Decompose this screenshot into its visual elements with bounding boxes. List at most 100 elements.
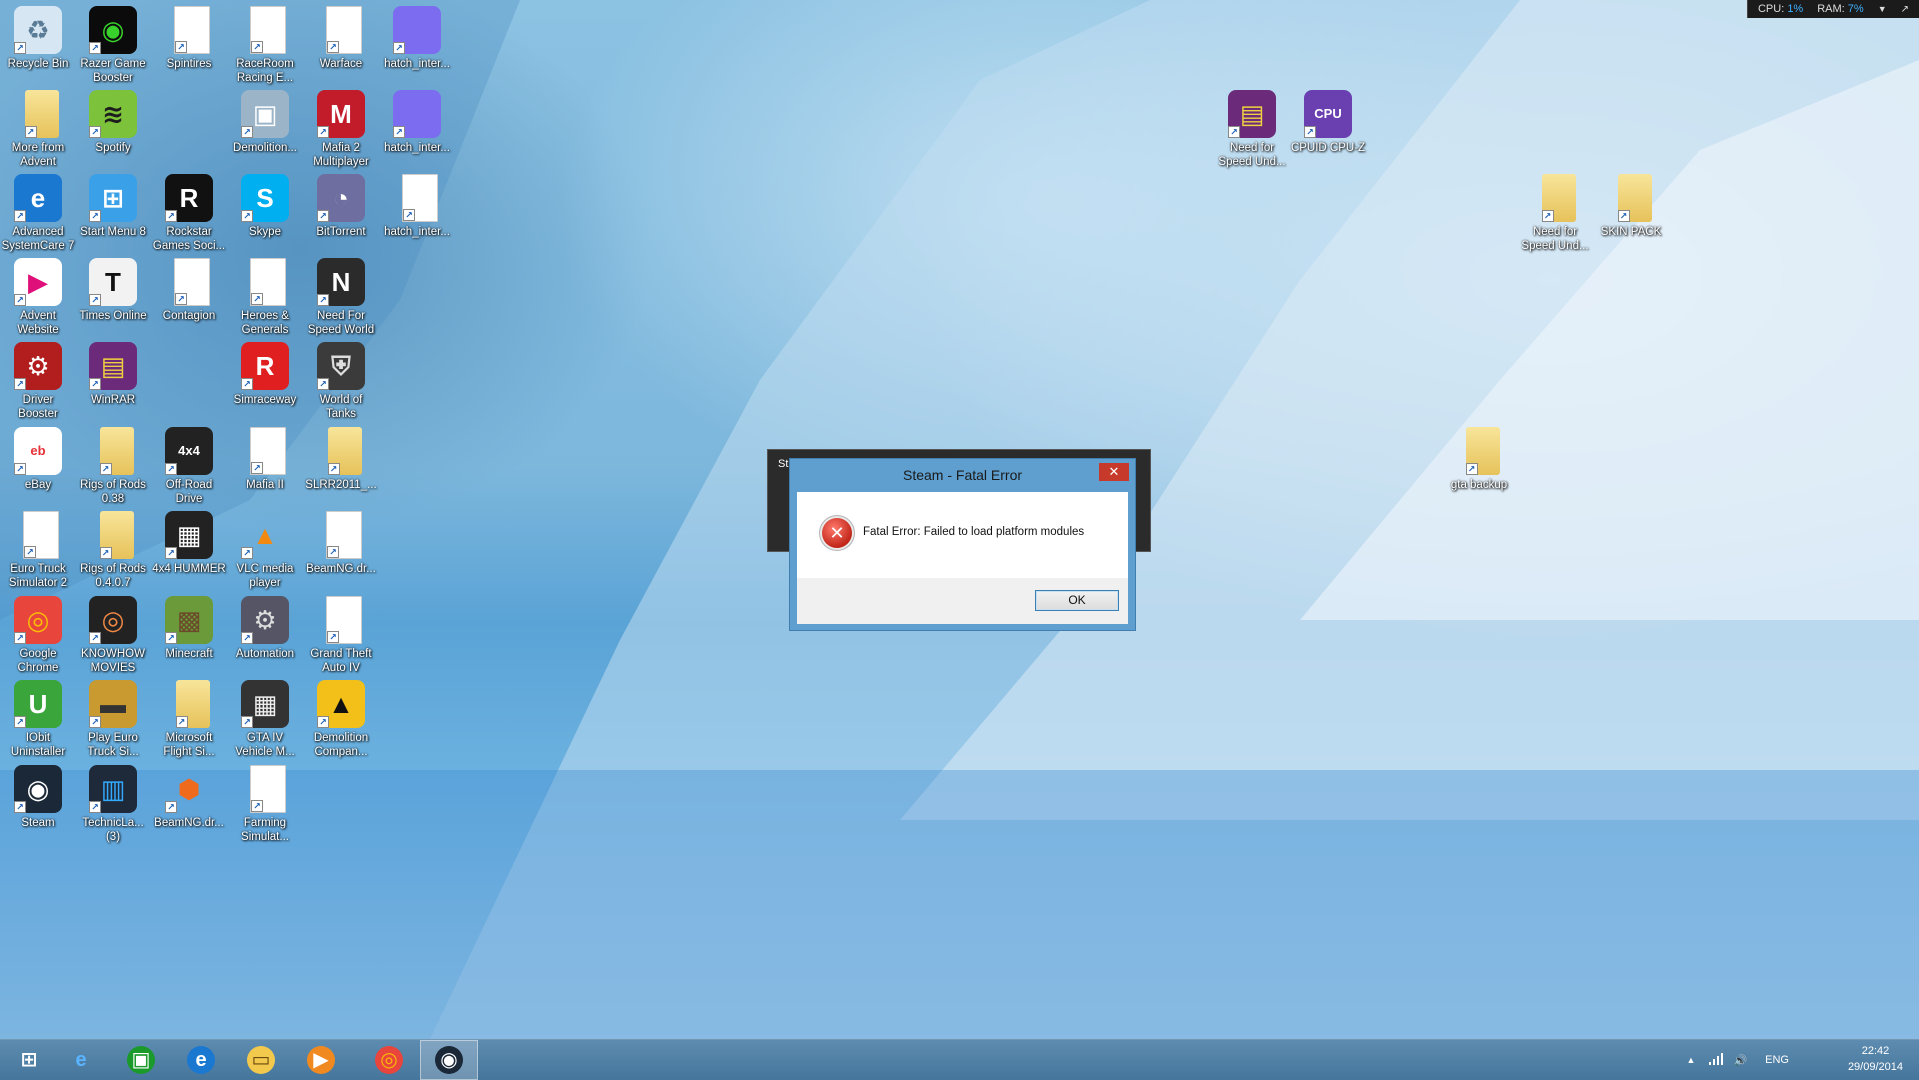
desktop-icon-label: Demolition Compan... — [313, 732, 369, 758]
shortcut-arrow-icon: ↗ — [175, 716, 188, 728]
desktop: ♻ ↗ Recycle Bin ◉ ↗ Razer Game Booster ↗ Spinti… — [0, 0, 1919, 1039]
bittorrent-icon: ◔ ↗ — [317, 174, 365, 222]
shortcut-arrow-icon: ↗ — [251, 293, 263, 305]
shortcut-arrow-icon: ↗ — [14, 210, 26, 222]
document-icon: ↗ — [250, 6, 286, 54]
desktop-icon[interactable]: ◉ ↗ Steam — [0, 761, 76, 861]
tray-chevron-up-icon[interactable]: ▲ — [1687, 1055, 1696, 1065]
behind-window-title: St — [778, 458, 789, 470]
desktop-icon-label: Rockstar Games Soci... — [152, 226, 226, 252]
desktop-icon[interactable]: ↗ Farming Simulat... — [227, 761, 303, 861]
volume-icon[interactable]: 🔊 — [1733, 1054, 1747, 1067]
mafia-icon: M ↗ — [317, 90, 365, 138]
taskbar-store-button[interactable]: ▣ — [112, 1040, 170, 1080]
shortcut-arrow-icon: ↗ — [89, 801, 101, 813]
shortcut-arrow-icon: ↗ — [99, 547, 112, 559]
desktop-icon-label: SKIN PACK — [1600, 226, 1662, 238]
desktop-icon-label: Mafia 2 Multiplayer — [313, 142, 369, 168]
spotify-icon: ≋ ↗ — [89, 90, 137, 138]
fatal-error-dialog: Steam - Fatal Error ✕ ✕ Fatal Error: Fai… — [789, 458, 1136, 631]
windows-start-icon: ⊞ — [20, 1049, 38, 1071]
chrome-icon: ◎ — [375, 1046, 403, 1074]
desktop-icon[interactable]: ↗ Spintires — [151, 2, 227, 102]
taskbar-media-player-button[interactable]: ▶ — [292, 1040, 350, 1080]
file-explorer-icon: ▭ — [247, 1046, 275, 1074]
desktop-icon-label: IObit Uninstaller — [10, 732, 66, 758]
document-icon: ↗ — [250, 765, 286, 813]
desktop-icon[interactable]: ↗ Contagion — [151, 254, 227, 354]
shortcut-arrow-icon: ↗ — [1304, 126, 1316, 138]
taskbar-steam-button[interactable]: ◉ — [420, 1040, 478, 1080]
desktop-icon-label: Heroes & Generals — [241, 310, 289, 336]
minecraft-icon: ▩ ↗ — [165, 596, 213, 644]
desktop-icon[interactable]: ↗ SKIN PACK — [1593, 170, 1669, 270]
error-icon: ✕ — [822, 518, 852, 548]
taskbar-systemcare-button[interactable]: e — [172, 1040, 230, 1080]
ok-button[interactable]: OK — [1035, 590, 1119, 611]
dialog-close-button[interactable]: ✕ — [1099, 463, 1129, 481]
taskbar-file-explorer-button[interactable]: ▭ — [232, 1040, 290, 1080]
shortcut-arrow-icon: ↗ — [14, 801, 26, 813]
clock[interactable]: 22:42 29/09/2014 — [1848, 1043, 1903, 1075]
shortcut-arrow-icon: ↗ — [89, 378, 101, 390]
desktop-icon-label: Need for Speed Und... — [1521, 226, 1589, 252]
clock-date: 29/09/2014 — [1847, 1061, 1903, 1073]
driver-booster-icon: ⚙ ↗ — [14, 342, 62, 390]
media-player-icon: ▶ — [307, 1046, 335, 1074]
shortcut-arrow-icon: ↗ — [241, 126, 253, 138]
desktop-icon-label: WinRAR — [90, 394, 136, 406]
recycle-bin-icon: ♻ ↗ — [14, 6, 62, 54]
desktop-icon-label: Mafia II — [246, 479, 284, 491]
nfs-icon: N ↗ — [317, 258, 365, 306]
desktop-icon[interactable]: ▲ ↗ Demolition Compan... — [303, 676, 379, 776]
desktop-icon-label: Off-Road Drive — [165, 479, 213, 505]
desktop-icon[interactable]: ↗ gta backup — [1441, 423, 1517, 523]
systemcare-icon: e — [187, 1046, 215, 1074]
taskbar-windows-start-button[interactable]: ⊞ — [0, 1040, 58, 1080]
razer-icon: ◉ ↗ — [89, 6, 137, 54]
shortcut-arrow-icon: ↗ — [175, 293, 187, 305]
app-icon: ▣ ↗ — [241, 90, 289, 138]
shortcut-arrow-icon: ↗ — [1228, 126, 1240, 138]
taskbar-internet-explorer-button[interactable]: e — [52, 1040, 110, 1080]
chevron-down-icon[interactable]: ▼ — [1878, 4, 1887, 14]
desktop-icon-label: Start Menu 8 — [80, 226, 146, 238]
desktop-icon[interactable]: ⬢ ↗ BeamNG.dr... — [151, 761, 227, 861]
desktop-icon-label: Need For Speed World — [307, 310, 375, 336]
desktop-icon-label: Times Online — [79, 310, 147, 322]
language-indicator[interactable]: ENG — [1765, 1054, 1789, 1066]
desktop-icon[interactable]: CPU ↗ CPUID CPU-Z — [1290, 86, 1366, 186]
expand-icon[interactable]: ↗ — [1901, 4, 1909, 15]
store-icon: ▣ — [127, 1046, 155, 1074]
shortcut-arrow-icon: ↗ — [393, 42, 405, 54]
shortcut-arrow-icon: ↗ — [317, 378, 329, 390]
desktop-icon[interactable]: ▥ ↗ TechnicLa... (3) — [75, 761, 151, 861]
desktop-icon-label: Spintires — [166, 58, 212, 70]
desktop-icon[interactable]: ↗ hatch_inter... — [379, 170, 455, 270]
shortcut-arrow-icon: ↗ — [241, 210, 253, 222]
advent-icon: ▶ ↗ — [14, 258, 62, 306]
shortcut-arrow-icon: ↗ — [14, 632, 26, 644]
desktop-icon[interactable]: ↗ Need for Speed Und... — [1517, 170, 1593, 270]
dialog-body: ✕ Fatal Error: Failed to load platform m… — [797, 492, 1128, 578]
shortcut-arrow-icon: ↗ — [317, 126, 329, 138]
document-icon: ↗ — [250, 427, 286, 475]
technic-icon: ▥ ↗ — [89, 765, 137, 813]
shortcut-arrow-icon: ↗ — [1617, 210, 1630, 222]
document-icon: ↗ — [23, 511, 59, 559]
document-icon: ↗ — [402, 174, 438, 222]
shortcut-arrow-icon: ↗ — [251, 800, 263, 812]
taskbar-chrome-button[interactable]: ◎ — [360, 1040, 418, 1080]
desktop-icon-label: Recycle Bin — [7, 58, 69, 70]
beamng-icon: ⬢ ↗ — [165, 765, 213, 813]
shortcut-arrow-icon: ↗ — [89, 42, 101, 54]
image-icon: ↗ — [393, 6, 441, 54]
systemcare-icon: e ↗ — [14, 174, 62, 222]
desktop-icon-label: hatch_inter... — [384, 142, 450, 154]
chrome-icon: ◎ ↗ — [14, 596, 62, 644]
shortcut-arrow-icon: ↗ — [99, 463, 112, 475]
resource-meter: CPU: 1% RAM: 7% ▼ ↗ — [1746, 0, 1919, 18]
network-icon[interactable] — [1709, 1052, 1724, 1068]
desktop-icon-label: gta backup — [1450, 479, 1508, 491]
desktop-icon[interactable]: ▤ ↗ Need for Speed Und... — [1214, 86, 1290, 186]
